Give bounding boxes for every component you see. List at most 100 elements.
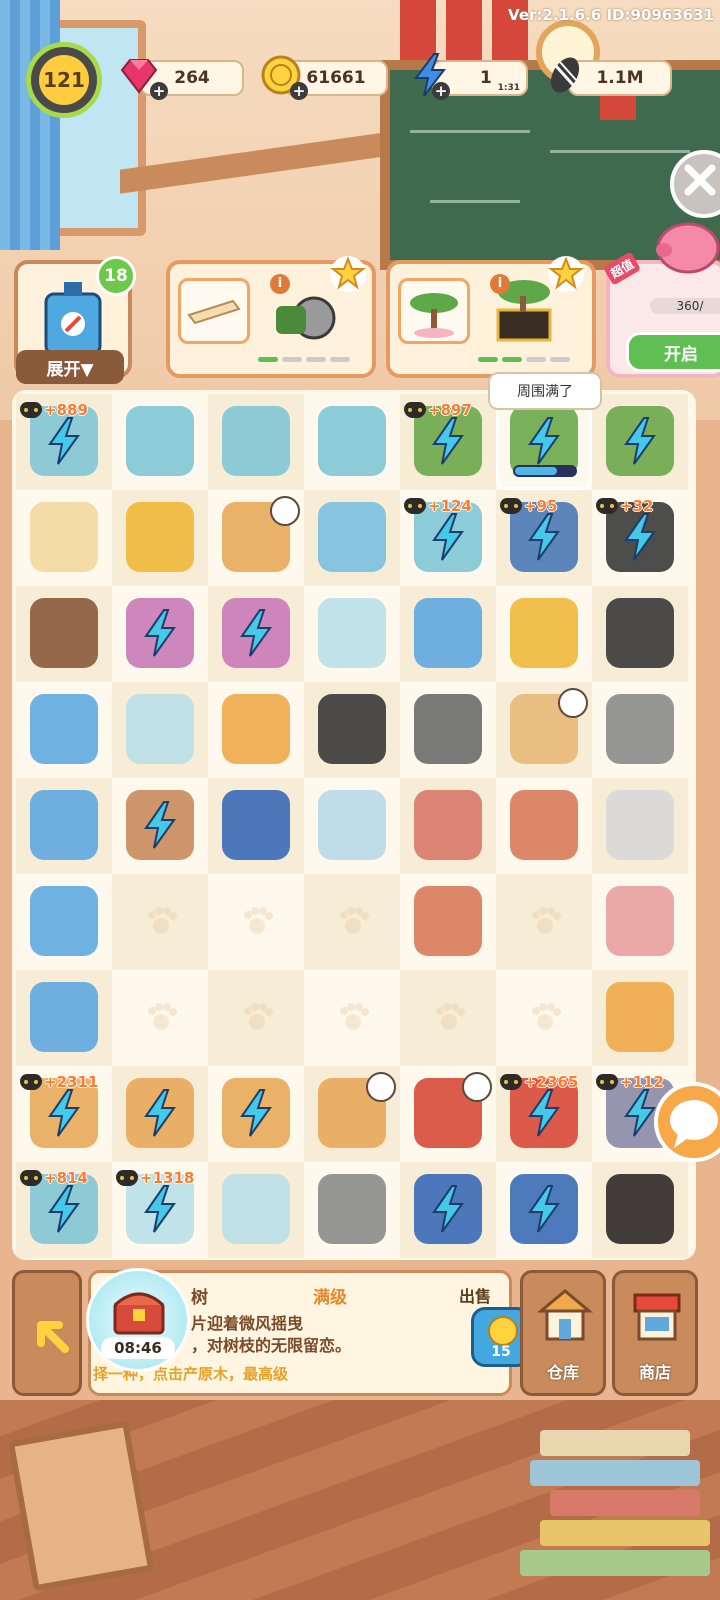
- board-cell[interactable]: [16, 586, 112, 682]
- board-cell[interactable]: [304, 778, 400, 874]
- board-cell[interactable]: [112, 874, 208, 970]
- board-cell[interactable]: [400, 970, 496, 1066]
- board-cell[interactable]: [304, 1162, 400, 1258]
- squeegee-item[interactable]: [606, 886, 674, 956]
- shop-button[interactable]: 商店: [612, 1270, 698, 1396]
- board-cell[interactable]: [208, 394, 304, 490]
- board-cell[interactable]: [400, 778, 496, 874]
- board-cell[interactable]: [592, 682, 688, 778]
- board-cell[interactable]: [592, 874, 688, 970]
- blue-splash-item[interactable]: [30, 694, 98, 764]
- board-cell[interactable]: +2365: [496, 1066, 592, 1162]
- board-cell[interactable]: [208, 1162, 304, 1258]
- board-cell[interactable]: [304, 970, 400, 1066]
- iron-bar-item[interactable]: [414, 694, 482, 764]
- board-cell[interactable]: [400, 586, 496, 682]
- teacup-plant-item[interactable]: [318, 406, 386, 476]
- teacup-plant-item[interactable]: [126, 406, 194, 476]
- board-cell[interactable]: [496, 586, 592, 682]
- board-cell[interactable]: [592, 586, 688, 682]
- open-piggy-button[interactable]: 开启: [626, 332, 720, 372]
- board-cell[interactable]: [208, 778, 304, 874]
- feather-duster-item[interactable]: [30, 598, 98, 668]
- spotlight-item[interactable]: [318, 1174, 386, 1244]
- board-cell[interactable]: [208, 970, 304, 1066]
- screws-item[interactable]: [606, 694, 674, 764]
- board-cell[interactable]: [112, 970, 208, 1066]
- player-level-badge[interactable]: 121: [26, 42, 102, 118]
- ice-shards-item[interactable]: [126, 694, 194, 764]
- board-cell[interactable]: [496, 970, 592, 1066]
- board-cell[interactable]: +124: [400, 490, 496, 586]
- sleeping-cat-item[interactable]: [606, 1174, 674, 1244]
- board-cell[interactable]: [16, 682, 112, 778]
- board-cell[interactable]: +889: [16, 394, 112, 490]
- fish-plush-item[interactable]: [222, 694, 290, 764]
- sponge-item[interactable]: [414, 790, 482, 860]
- order-info-icon[interactable]: i: [270, 274, 290, 294]
- board-cell[interactable]: [208, 586, 304, 682]
- camera-item[interactable]: [510, 598, 578, 668]
- teacup-plant-item[interactable]: [222, 406, 290, 476]
- board-cell[interactable]: [208, 874, 304, 970]
- pocket-watch-item[interactable]: [126, 502, 194, 572]
- board-cell[interactable]: [112, 394, 208, 490]
- board-cell[interactable]: [592, 1162, 688, 1258]
- back-button[interactable]: [12, 1270, 82, 1396]
- rubber-boots-item[interactable]: [606, 598, 674, 668]
- order-info-icon[interactable]: i: [490, 274, 510, 294]
- board-cell[interactable]: +897: [400, 394, 496, 490]
- board-cell[interactable]: [16, 778, 112, 874]
- board-cell[interactable]: [112, 682, 208, 778]
- plunger-item[interactable]: [606, 790, 674, 860]
- board-cell[interactable]: [400, 874, 496, 970]
- ice-tray-item[interactable]: [318, 694, 386, 764]
- scrub-brush-item[interactable]: [414, 886, 482, 956]
- board-cell[interactable]: [112, 778, 208, 874]
- board-cell[interactable]: [304, 874, 400, 970]
- board-cell[interactable]: [400, 1162, 496, 1258]
- board-cell[interactable]: +2311: [16, 1066, 112, 1162]
- crystal-dust-item[interactable]: [318, 598, 386, 668]
- board-cell[interactable]: [208, 682, 304, 778]
- blue-star-item[interactable]: [30, 790, 98, 860]
- board-cell[interactable]: [592, 778, 688, 874]
- board-cell[interactable]: [400, 1066, 496, 1162]
- board-cell[interactable]: +1318: [112, 1162, 208, 1258]
- board-cell[interactable]: [112, 586, 208, 682]
- board-cell[interactable]: [496, 682, 592, 778]
- add-gems-button[interactable]: +: [150, 82, 168, 100]
- board-cell[interactable]: [16, 490, 112, 586]
- board-cell[interactable]: [496, 1162, 592, 1258]
- board-cell[interactable]: [304, 682, 400, 778]
- board-cell[interactable]: [304, 1066, 400, 1162]
- board-cell[interactable]: +95: [496, 490, 592, 586]
- board-cell[interactable]: [208, 490, 304, 586]
- board-cell[interactable]: +814: [16, 1162, 112, 1258]
- lamp-item[interactable]: [30, 502, 98, 572]
- toy-case-item[interactable]: [222, 790, 290, 860]
- chat-bubble-button[interactable]: [654, 1082, 720, 1162]
- add-coins-button[interactable]: +: [290, 82, 308, 100]
- chandelier-item[interactable]: [222, 1174, 290, 1244]
- timed-chest-button[interactable]: 08:46: [86, 1268, 190, 1372]
- blue-stars-item[interactable]: [30, 886, 98, 956]
- board-cell[interactable]: [304, 490, 400, 586]
- board-cell[interactable]: +32: [592, 490, 688, 586]
- warehouse-button[interactable]: 仓库: [520, 1270, 606, 1396]
- detergent-box-item[interactable]: [414, 598, 482, 668]
- soap-dispenser-item[interactable]: [30, 982, 98, 1052]
- board-cell[interactable]: [16, 874, 112, 970]
- board-cell[interactable]: [304, 586, 400, 682]
- board-cell[interactable]: [16, 970, 112, 1066]
- watering-can-item[interactable]: [510, 790, 578, 860]
- board-cell[interactable]: [496, 874, 592, 970]
- expand-button[interactable]: 展开▼: [16, 350, 124, 384]
- add-energy-button[interactable]: +: [432, 82, 450, 100]
- board-cell[interactable]: [400, 682, 496, 778]
- board-cell[interactable]: [304, 394, 400, 490]
- amber-gem-item[interactable]: [606, 982, 674, 1052]
- board-cell[interactable]: [208, 1066, 304, 1162]
- board-cell[interactable]: [592, 394, 688, 490]
- spray-bottle-item[interactable]: [318, 790, 386, 860]
